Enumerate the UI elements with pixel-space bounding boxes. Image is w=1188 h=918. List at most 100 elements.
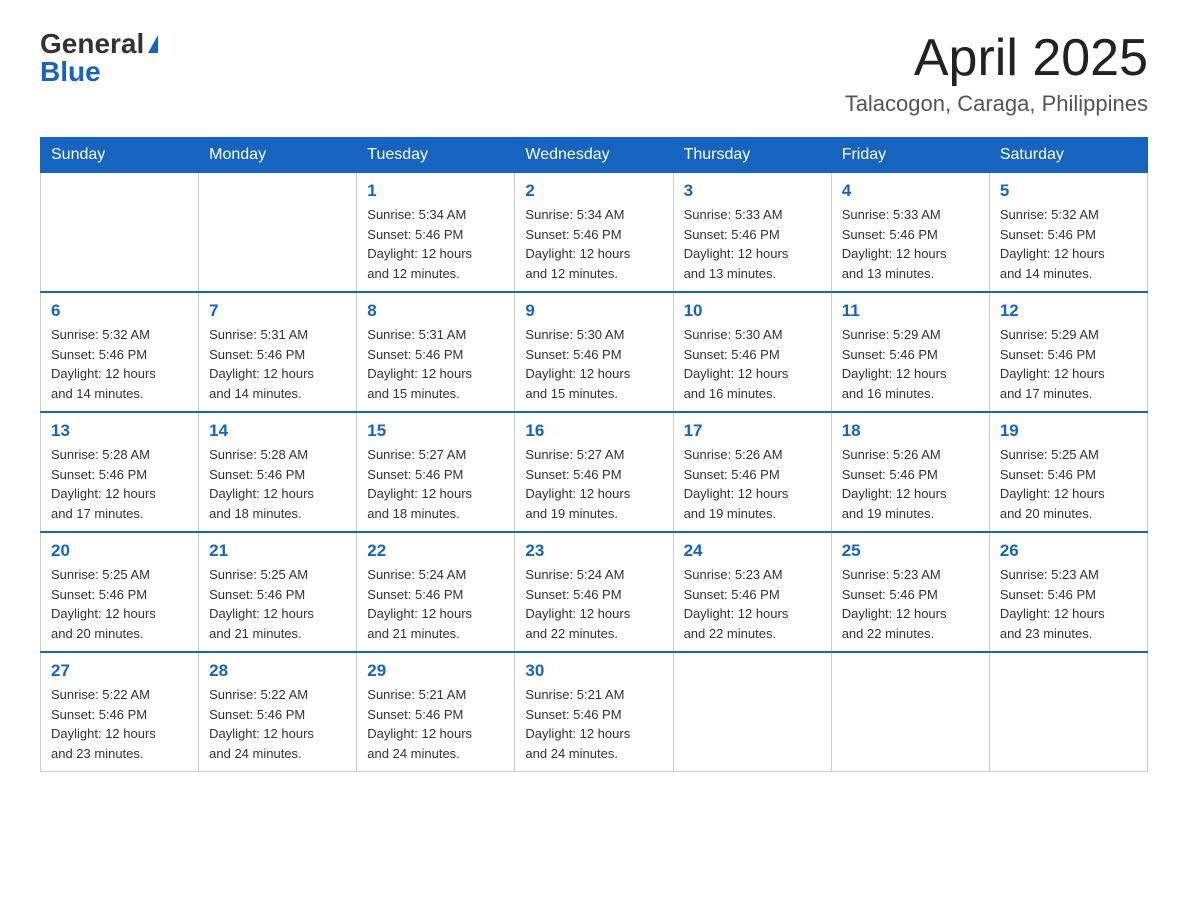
day-info: Sunrise: 5:32 AM Sunset: 5:46 PM Dayligh… (51, 325, 188, 403)
week-row-2: 6 Sunrise: 5:32 AM Sunset: 5:46 PM Daylig… (41, 292, 1148, 412)
day-info: Sunrise: 5:21 AM Sunset: 5:46 PM Dayligh… (525, 685, 662, 763)
title-block: April 2025 Talacogon, Caraga, Philippine… (845, 30, 1148, 117)
day-number: 16 (525, 421, 662, 441)
day-number: 21 (209, 541, 346, 561)
calendar-cell: 26 Sunrise: 5:23 AM Sunset: 5:46 PM Dayli… (989, 532, 1147, 652)
calendar-cell: 7 Sunrise: 5:31 AM Sunset: 5:46 PM Daylig… (199, 292, 357, 412)
day-number: 17 (684, 421, 821, 441)
day-number: 11 (842, 301, 979, 321)
day-number: 30 (525, 661, 662, 681)
page-header: General Blue April 2025 Talacogon, Carag… (40, 30, 1148, 117)
location-title: Talacogon, Caraga, Philippines (845, 91, 1148, 117)
calendar-cell: 11 Sunrise: 5:29 AM Sunset: 5:46 PM Dayli… (831, 292, 989, 412)
logo: General Blue (40, 30, 158, 86)
calendar-cell: 24 Sunrise: 5:23 AM Sunset: 5:46 PM Dayli… (673, 532, 831, 652)
calendar-cell: 1Sunrise: 5:34 AM Sunset: 5:46 PM Daylig… (357, 173, 515, 293)
day-number: 28 (209, 661, 346, 681)
day-number: 29 (367, 661, 504, 681)
day-info: Sunrise: 5:24 AM Sunset: 5:46 PM Dayligh… (367, 565, 504, 643)
calendar-cell: 16 Sunrise: 5:27 AM Sunset: 5:46 PM Dayli… (515, 412, 673, 532)
day-info: Sunrise: 5:34 AM Sunset: 5:46 PM Dayligh… (525, 205, 662, 283)
day-info: Sunrise: 5:22 AM Sunset: 5:46 PM Dayligh… (51, 685, 188, 763)
day-info: Sunrise: 5:27 AM Sunset: 5:46 PM Dayligh… (525, 445, 662, 523)
calendar-cell: 10 Sunrise: 5:30 AM Sunset: 5:46 PM Dayli… (673, 292, 831, 412)
day-info: Sunrise: 5:23 AM Sunset: 5:46 PM Dayligh… (684, 565, 821, 643)
day-number: 27 (51, 661, 188, 681)
calendar-cell: 29 Sunrise: 5:21 AM Sunset: 5:46 PM Dayli… (357, 652, 515, 772)
week-row-5: 27 Sunrise: 5:22 AM Sunset: 5:46 PM Dayli… (41, 652, 1148, 772)
calendar-cell (199, 173, 357, 293)
day-number: 4 (842, 181, 979, 201)
day-number: 22 (367, 541, 504, 561)
day-number: 12 (1000, 301, 1137, 321)
calendar-cell (673, 652, 831, 772)
calendar-cell: 4 Sunrise: 5:33 AM Sunset: 5:46 PM Daylig… (831, 173, 989, 293)
day-info: Sunrise: 5:23 AM Sunset: 5:46 PM Dayligh… (842, 565, 979, 643)
day-number: 10 (684, 301, 821, 321)
day-info: Sunrise: 5:25 AM Sunset: 5:46 PM Dayligh… (51, 565, 188, 643)
day-info: Sunrise: 5:26 AM Sunset: 5:46 PM Dayligh… (842, 445, 979, 523)
weekday-header-monday: Monday (199, 138, 357, 173)
day-info: Sunrise: 5:33 AM Sunset: 5:46 PM Dayligh… (842, 205, 979, 283)
day-info: Sunrise: 5:23 AM Sunset: 5:46 PM Dayligh… (1000, 565, 1137, 643)
logo-general-text: General (40, 30, 144, 58)
day-info: Sunrise: 5:21 AM Sunset: 5:46 PM Dayligh… (367, 685, 504, 763)
weekday-header-friday: Friday (831, 138, 989, 173)
day-number: 7 (209, 301, 346, 321)
weekday-header-wednesday: Wednesday (515, 138, 673, 173)
day-info: Sunrise: 5:22 AM Sunset: 5:46 PM Dayligh… (209, 685, 346, 763)
calendar-cell: 23 Sunrise: 5:24 AM Sunset: 5:46 PM Dayli… (515, 532, 673, 652)
week-row-1: 1 Sunrise: 5:34 AM Sunset: 5:46 PM Daylig… (41, 173, 1148, 293)
weekday-header-row: SundayMondayTuesdayWednesdayThursdayFrid… (41, 138, 1148, 173)
day-info: Sunrise: 5:30 AM Sunset: 5:46 PM Dayligh… (684, 325, 821, 403)
day-number: 8 (367, 301, 504, 321)
calendar-cell: 12 Sunrise: 5:29 AM Sunset: 5:46 PM Dayli… (989, 292, 1147, 412)
calendar-cell: 15Sunrise: 5:27 AM Sunset: 5:46 PM Dayli… (357, 412, 515, 532)
calendar-cell: 9 Sunrise: 5:30 AM Sunset: 5:46 PM Daylig… (515, 292, 673, 412)
day-info: Sunrise: 5:24 AM Sunset: 5:46 PM Dayligh… (525, 565, 662, 643)
calendar-cell: 20 Sunrise: 5:25 AM Sunset: 5:46 PM Dayli… (41, 532, 199, 652)
day-info: Sunrise: 5:28 AM Sunset: 5:46 PM Dayligh… (209, 445, 346, 523)
calendar-cell: 22 Sunrise: 5:24 AM Sunset: 5:46 PM Dayli… (357, 532, 515, 652)
calendar-cell: 21Sunrise: 5:25 AM Sunset: 5:46 PM Dayli… (199, 532, 357, 652)
day-info: Sunrise: 5:27 AM Sunset: 5:46 PM Dayligh… (367, 445, 504, 523)
calendar-cell: 17 Sunrise: 5:26 AM Sunset: 5:46 PM Dayli… (673, 412, 831, 532)
day-number: 14 (209, 421, 346, 441)
calendar-cell: 2 Sunrise: 5:34 AM Sunset: 5:46 PM Daylig… (515, 173, 673, 293)
calendar-cell: 18 Sunrise: 5:26 AM Sunset: 5:46 PM Dayli… (831, 412, 989, 532)
day-info: Sunrise: 5:29 AM Sunset: 5:46 PM Dayligh… (1000, 325, 1137, 403)
day-number: 25 (842, 541, 979, 561)
calendar-cell: 13Sunrise: 5:28 AM Sunset: 5:46 PM Dayli… (41, 412, 199, 532)
day-info: Sunrise: 5:31 AM Sunset: 5:46 PM Dayligh… (367, 325, 504, 403)
day-number: 1 (367, 181, 504, 201)
day-number: 18 (842, 421, 979, 441)
calendar-cell (989, 652, 1147, 772)
week-row-3: 13Sunrise: 5:28 AM Sunset: 5:46 PM Dayli… (41, 412, 1148, 532)
day-number: 26 (1000, 541, 1137, 561)
calendar-cell: 27 Sunrise: 5:22 AM Sunset: 5:46 PM Dayli… (41, 652, 199, 772)
day-info: Sunrise: 5:32 AM Sunset: 5:46 PM Dayligh… (1000, 205, 1137, 283)
calendar-cell: 6 Sunrise: 5:32 AM Sunset: 5:46 PM Daylig… (41, 292, 199, 412)
week-row-4: 20 Sunrise: 5:25 AM Sunset: 5:46 PM Dayli… (41, 532, 1148, 652)
calendar-cell: 25 Sunrise: 5:23 AM Sunset: 5:46 PM Dayli… (831, 532, 989, 652)
day-info: Sunrise: 5:26 AM Sunset: 5:46 PM Dayligh… (684, 445, 821, 523)
day-info: Sunrise: 5:29 AM Sunset: 5:46 PM Dayligh… (842, 325, 979, 403)
day-info: Sunrise: 5:25 AM Sunset: 5:46 PM Dayligh… (1000, 445, 1137, 523)
day-number: 23 (525, 541, 662, 561)
day-number: 6 (51, 301, 188, 321)
calendar-cell: 5Sunrise: 5:32 AM Sunset: 5:46 PM Daylig… (989, 173, 1147, 293)
day-info: Sunrise: 5:33 AM Sunset: 5:46 PM Dayligh… (684, 205, 821, 283)
day-number: 24 (684, 541, 821, 561)
calendar-cell: 3Sunrise: 5:33 AM Sunset: 5:46 PM Daylig… (673, 173, 831, 293)
calendar-cell (831, 652, 989, 772)
day-number: 2 (525, 181, 662, 201)
calendar-cell: 14 Sunrise: 5:28 AM Sunset: 5:46 PM Dayli… (199, 412, 357, 532)
weekday-header-sunday: Sunday (41, 138, 199, 173)
calendar-cell: 8 Sunrise: 5:31 AM Sunset: 5:46 PM Daylig… (357, 292, 515, 412)
day-number: 9 (525, 301, 662, 321)
logo-blue-text: Blue (40, 58, 101, 86)
day-number: 20 (51, 541, 188, 561)
day-info: Sunrise: 5:30 AM Sunset: 5:46 PM Dayligh… (525, 325, 662, 403)
calendar-cell: 30 Sunrise: 5:21 AM Sunset: 5:46 PM Dayli… (515, 652, 673, 772)
day-info: Sunrise: 5:31 AM Sunset: 5:46 PM Dayligh… (209, 325, 346, 403)
